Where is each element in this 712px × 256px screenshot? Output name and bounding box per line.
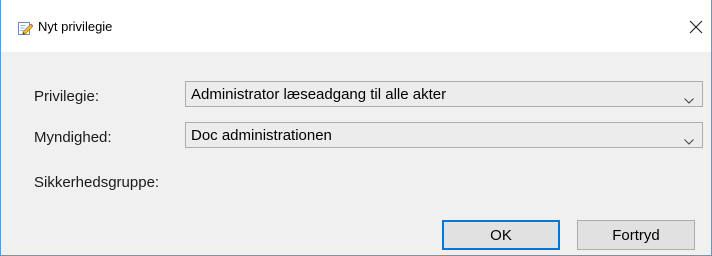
close-button[interactable]	[683, 14, 709, 40]
authority-selected-value: Doc administrationen	[191, 127, 332, 144]
chevron-down-icon	[684, 91, 694, 109]
privilege-label: Privilegie:	[34, 88, 100, 105]
ok-button[interactable]: OK	[442, 220, 560, 250]
privilege-select[interactable]: Administrator læseadgang til alle akter	[185, 81, 703, 107]
window-title: Nyt privilegie	[38, 19, 113, 34]
security-group-label: Sikkerhedsgruppe:	[34, 174, 160, 191]
privilege-selected-value: Administrator læseadgang til alle akter	[191, 86, 447, 103]
authority-select[interactable]: Doc administrationen	[185, 122, 703, 148]
cancel-button[interactable]: Fortryd	[577, 220, 695, 250]
title-bar[interactable]: Nyt privilegie	[1, 0, 711, 52]
edit-document-icon	[17, 20, 34, 36]
dialog-window: Nyt privilegie Privilegie: Administrator…	[0, 0, 712, 256]
chevron-down-icon	[684, 132, 694, 150]
authority-label: Myndighed:	[34, 129, 112, 146]
close-icon	[689, 20, 703, 34]
